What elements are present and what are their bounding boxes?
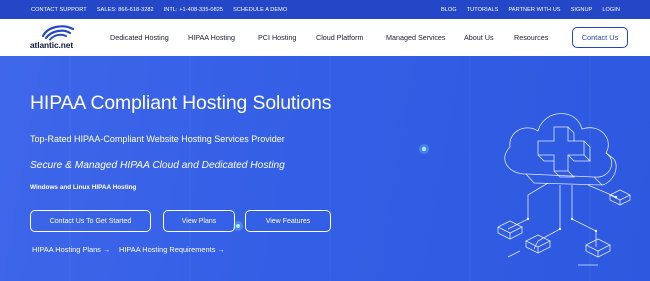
login-link[interactable]: LOGIN [602,7,620,13]
site-logo[interactable]: atlantic.net [30,24,88,52]
nav-dedicated-hosting[interactable]: Dedicated Hosting [110,33,169,42]
nav-cloud-platform[interactable]: Cloud Platform [316,33,364,42]
nav-managed-services[interactable]: Managed Services [386,33,446,42]
partner-link[interactable]: PARTNER WITH US [508,7,560,13]
blog-link[interactable]: BLOG [441,7,457,13]
utility-bar-left: CONTACT SUPPORT SALES: 866-618-3282 INTL… [31,7,287,13]
schedule-demo-link[interactable]: SCHEDULE A DEMO [233,7,287,13]
contact-us-get-started-button[interactable]: Contact Us To Get Started [30,210,151,232]
utility-bar: CONTACT SUPPORT SALES: 866-618-3282 INTL… [0,0,650,19]
intl-phone-link[interactable]: INTL: +1-408-335-0825 [164,7,223,13]
hero-tagline: Secure & Managed HIPAA Cloud and Dedicat… [30,160,285,171]
logo-swirl-icon [41,25,75,41]
tutorials-link[interactable]: TUTORIALS [467,7,499,13]
nav-hipaa-hosting[interactable]: HIPAA Hosting [188,33,235,42]
view-plans-button[interactable]: View Plans [163,210,235,232]
sales-phone-link[interactable]: SALES: 866-618-3282 [97,7,154,13]
hero-title: HIPAA Compliant Hosting Solutions [30,92,332,114]
logo-text: atlantic.net [30,40,74,50]
utility-bar-right: BLOG TUTORIALS PARTNER WITH US SIGNUP LO… [441,7,620,13]
nav-pci-hosting[interactable]: PCI Hosting [258,33,296,42]
contact-us-button[interactable]: Contact Us [572,27,628,48]
hipaa-hosting-plans-link[interactable]: HIPAA Hosting Plans → [32,245,110,254]
contact-support-link[interactable]: CONTACT SUPPORT [31,7,87,13]
hero-subtitle: Top-Rated HIPAA-Compliant Website Hostin… [30,134,285,144]
main-navigation: atlantic.net Dedicated Hosting HIPAA Hos… [0,19,650,56]
hero-note: Windows and Linux HIPAA Hosting [30,184,137,191]
nav-resources[interactable]: Resources [514,33,548,42]
hero-section: HIPAA Compliant Hosting Solutions Top-Ra… [0,56,650,281]
hipaa-hosting-requirements-link[interactable]: HIPAA Hosting Requirements → [119,245,225,254]
signup-link[interactable]: SIGNUP [571,7,593,13]
cloud-medical-cross-illustration [497,113,631,266]
view-features-button[interactable]: View Features [245,210,331,232]
nav-about-us[interactable]: About Us [464,33,494,42]
